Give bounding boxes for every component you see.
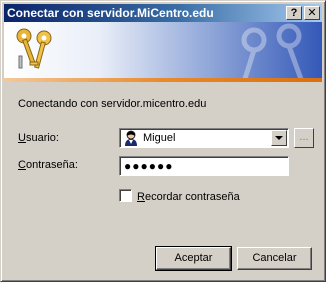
ok-button[interactable]: Aceptar: [155, 246, 232, 271]
user-combobox[interactable]: Miguel: [119, 128, 289, 148]
window-title: Conectar con servidor.MiCentro.edu: [7, 6, 214, 20]
password-value: ●●●●●●: [124, 159, 174, 173]
user-icon: [125, 130, 137, 146]
user-dropdown-button[interactable]: [271, 130, 287, 146]
remember-password-option[interactable]: Recordar contraseña: [119, 189, 240, 203]
chevron-down-icon: [275, 136, 283, 140]
banner: [4, 22, 322, 82]
connecting-message: Conectando con servidor.micentro.edu: [18, 98, 207, 110]
browse-user-button[interactable]: ...: [294, 128, 314, 148]
keys-icon: [16, 28, 52, 69]
cancel-button[interactable]: Cancelar: [237, 247, 312, 270]
user-label: Usuario:: [18, 132, 59, 144]
banner-watermark: [241, 23, 305, 82]
remember-password-label: Recordar contraseña: [137, 191, 240, 203]
password-field[interactable]: ●●●●●●: [119, 156, 289, 176]
banner-divider: [4, 78, 322, 82]
title-bar[interactable]: Conectar con servidor.MiCentro.edu ? ✕: [4, 4, 322, 22]
close-button[interactable]: ✕: [304, 6, 320, 20]
connect-dialog: Conectar con servidor.MiCentro.edu ? ✕ C…: [0, 0, 326, 282]
close-icon: ✕: [307, 7, 317, 19]
user-value: Miguel: [143, 132, 176, 144]
password-label: Contraseña:: [18, 159, 78, 171]
remember-password-checkbox[interactable]: [119, 189, 132, 202]
help-button[interactable]: ?: [286, 6, 302, 20]
